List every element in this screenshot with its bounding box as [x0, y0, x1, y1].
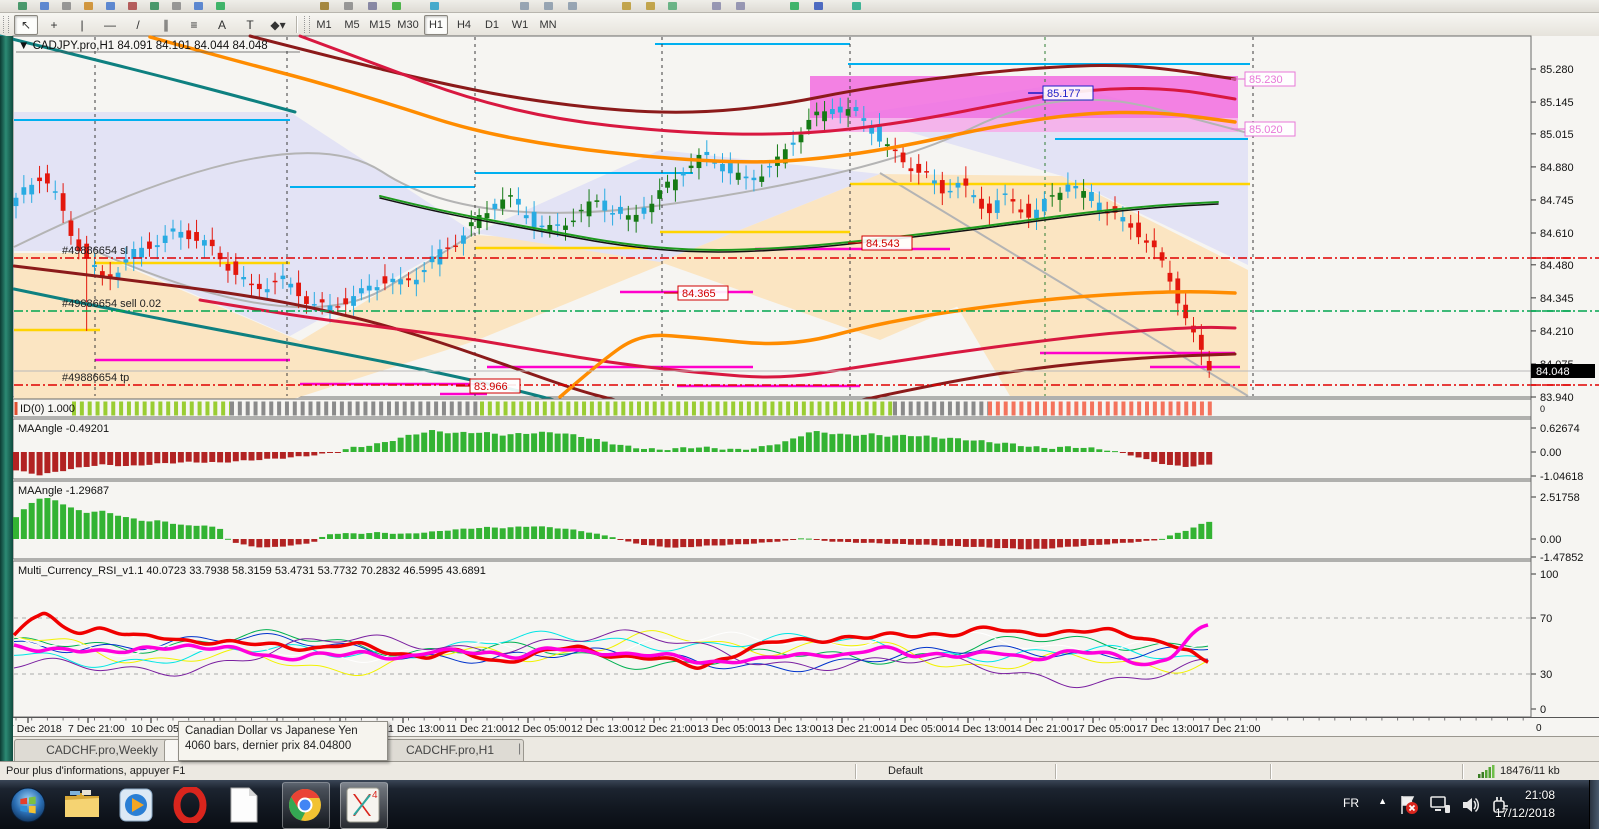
tooltip-bars-info: 4060 bars, dernier prix 84.04800	[185, 740, 352, 752]
svg-text:85.020: 85.020	[1249, 124, 1283, 136]
symbol-tooltip: Canadian Dollar vs Japanese Yen 4060 bar…	[178, 721, 388, 761]
status-help-text: Pour plus d'informations, appuyer F1	[6, 765, 186, 777]
price-axis-label[interactable]: 84.345	[1540, 293, 1574, 305]
order-label: #49886654 tp	[62, 372, 129, 384]
chart-area[interactable]: #49886654 sl #49886654 sell 0.02 #49886654…	[0, 0, 1599, 829]
maangle-panel-2	[12, 480, 1532, 560]
tooltip-symbol-name: Canadian Dollar vs Japanese Yen	[185, 725, 358, 737]
language-indicator[interactable]: FR	[1343, 796, 1359, 810]
time-axis-label[interactable]: 7 Dec 21:00	[68, 723, 125, 735]
time-axis-label[interactable]: 11 Dec 13:00	[383, 723, 445, 735]
price-axis-label[interactable]: 85.280	[1540, 64, 1574, 76]
time-axis-label[interactable]: 12 Dec 13:00	[571, 723, 634, 735]
order-label: #49886654 sell 0.02	[62, 298, 161, 310]
indicator-axis-label: -1.04618	[1540, 471, 1583, 483]
time-axis-label[interactable]: 14 Dec 21:00	[1010, 723, 1073, 735]
tray-expand-icon[interactable]: ▲	[1378, 796, 1387, 806]
time-axis-label[interactable]: 14 Dec 13:00	[948, 723, 1011, 735]
svg-text:84.365: 84.365	[682, 288, 716, 300]
price-axis-label[interactable]: 84.610	[1540, 228, 1574, 240]
pink-zone	[810, 76, 1238, 118]
rsi-axis-label: 70	[1540, 613, 1552, 625]
price-axis-label[interactable]: 85.015	[1540, 129, 1574, 141]
chrome-icon[interactable]	[285, 785, 325, 825]
svg-text:84.048: 84.048	[1536, 366, 1570, 378]
status-bar: Pour plus d'informations, appuyer F1 Def…	[0, 761, 1599, 781]
volume-icon[interactable]	[1461, 795, 1481, 815]
time-axis-label[interactable]: 17 Dec 05:00	[1073, 723, 1136, 735]
svg-text:85.230: 85.230	[1249, 74, 1283, 86]
indicator-axis-label: 0.00	[1540, 447, 1561, 459]
taskbar-clock[interactable]: 21:08 17/12/2018	[1495, 786, 1555, 822]
indicator-axis-label: 0.62674	[1540, 423, 1580, 435]
mt4-icon[interactable]: 4	[343, 785, 383, 825]
show-desktop-button[interactable]	[1589, 780, 1599, 829]
status-connection: 18476/11 kb	[1500, 765, 1560, 777]
time-axis-label[interactable]: 17 Dec 13:00	[1136, 723, 1199, 735]
svg-text:85.177: 85.177	[1047, 88, 1081, 100]
rsi-axis-label: 30	[1540, 669, 1552, 681]
time-axis-label[interactable]: 17 Dec 21:00	[1198, 723, 1261, 735]
status-profile[interactable]: Default	[888, 765, 923, 777]
price-axis-label[interactable]: 84.745	[1540, 195, 1574, 207]
svg-text:4: 4	[372, 790, 378, 801]
media-player-icon[interactable]	[116, 785, 156, 825]
indicator-label: MAAngle -1.29687	[18, 485, 109, 497]
price-axis-label[interactable]: 83.940	[1540, 392, 1574, 404]
price-axis-label[interactable]: 85.145	[1540, 97, 1574, 109]
opera-icon[interactable]	[170, 785, 210, 825]
order-label: #49886654 sl	[62, 245, 128, 257]
indicator-axis-label: -1.47852	[1540, 552, 1583, 564]
time-axis-label[interactable]: 13 Dec 05:00	[697, 723, 760, 735]
metatrader-window: ↖ + | — / ∥ ≡ A T ◆▾ M1 M5 M15 M30 H1 H4 D1 W1 MN #4988665…	[0, 0, 1599, 829]
window-edge-strip	[0, 36, 13, 780]
chart-tab-cadchf-pro-h1[interactable]: CADCHF.pro,H1	[376, 739, 524, 761]
id-indicator-label: ID(0) 1.000	[20, 403, 75, 415]
price-axis-label[interactable]: 84.480	[1540, 260, 1574, 272]
time-axis-label[interactable]: 7 Dec 2018	[8, 723, 62, 735]
time-axis-label[interactable]: 12 Dec 05:00	[508, 723, 571, 735]
indicator-axis-label: 0.00	[1540, 534, 1561, 546]
taskbar: 4 FR ▲ 21:08 17/12/2018	[0, 780, 1599, 829]
action-center-flag-icon[interactable]	[1399, 795, 1419, 815]
rsi-panel	[12, 560, 1532, 718]
rsi-axis-label: 0	[1540, 704, 1546, 716]
document-icon[interactable]	[224, 785, 264, 825]
svg-text:84.543: 84.543	[866, 238, 900, 250]
start-button[interactable]	[8, 785, 48, 825]
clock-date: 17/12/2018	[1494, 806, 1555, 820]
price-axis-label[interactable]: 84.210	[1540, 326, 1574, 338]
rsi-axis-label: 100	[1540, 569, 1558, 581]
tab-separator: |	[518, 741, 522, 755]
chart-title[interactable]: ▼ CADJPY.pro,H1 84.091 84.101 84.044 84.…	[18, 40, 268, 52]
time-axis-label[interactable]: 13 Dec 21:00	[822, 723, 885, 735]
svg-text:83.966: 83.966	[474, 381, 508, 393]
explorer-icon[interactable]	[62, 785, 102, 825]
clock-time: 21:08	[1524, 788, 1555, 802]
network-icon[interactable]	[1429, 795, 1451, 815]
connection-signal-icon	[1478, 765, 1495, 778]
indicator-axis-label: 2.51758	[1540, 492, 1580, 504]
indicator-label: MAAngle -0.49201	[18, 423, 109, 435]
svg-text:0: 0	[1540, 404, 1545, 414]
time-axis-label[interactable]: 11 Dec 21:00	[446, 723, 508, 735]
time-axis-label[interactable]: 12 Dec 21:00	[634, 723, 697, 735]
rsi-label: Multi_Currency_RSI_v1.1 40.0723 33.7938 …	[18, 565, 486, 577]
price-axis-label[interactable]: 84.880	[1540, 162, 1574, 174]
time-axis-label[interactable]: 14 Dec 05:00	[885, 723, 948, 735]
svg-text:0: 0	[1536, 723, 1542, 734]
time-axis-label[interactable]: 13 Dec 13:00	[759, 723, 822, 735]
